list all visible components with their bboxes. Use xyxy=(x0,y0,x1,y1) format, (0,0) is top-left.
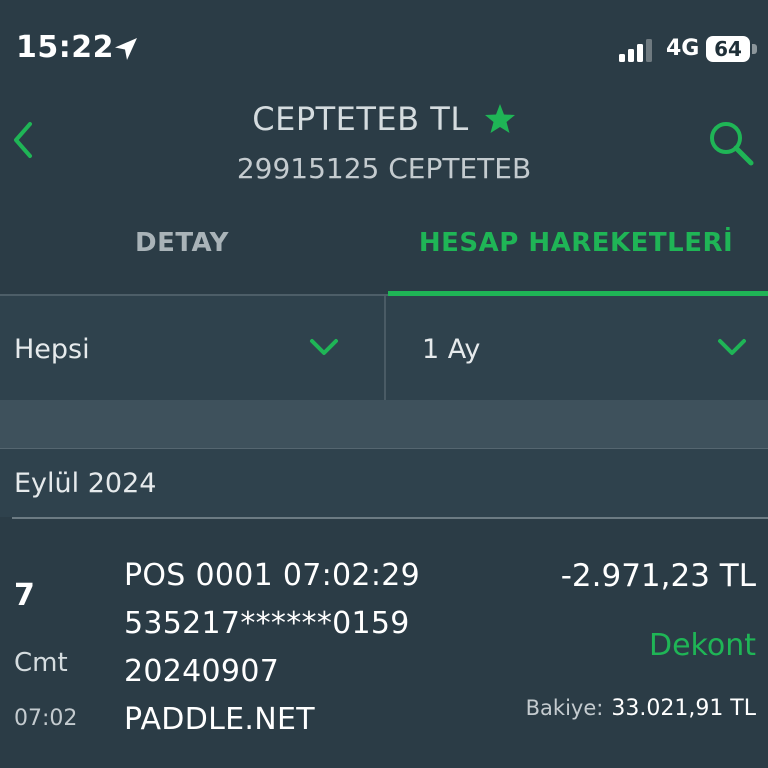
tab-hesap-hareketleri[interactable]: HESAP HAREKETLERİ xyxy=(384,228,768,264)
account-transactions-screen: 15:22 4G 64 CEPTETEB TL 29915125 CEPTETE… xyxy=(0,0,768,768)
transaction-day: 7 xyxy=(14,578,35,613)
filter-separator xyxy=(384,296,386,400)
cellular-signal-icon xyxy=(619,39,652,62)
tab-detay[interactable]: DETAY xyxy=(0,228,364,264)
transaction-amount: -2.971,23 TL xyxy=(560,558,756,594)
header-title-row: CEPTETEB TL xyxy=(0,100,768,138)
transaction-description-line: 20240907 xyxy=(124,654,280,689)
period-dropdown[interactable]: 1 Ay xyxy=(422,334,480,365)
transaction-description-line: PADDLE.NET xyxy=(124,702,315,737)
receipt-link[interactable]: Dekont xyxy=(649,628,756,663)
location-arrow-icon xyxy=(115,38,137,60)
spacer-band xyxy=(0,400,768,448)
chevron-down-icon[interactable] xyxy=(716,334,748,360)
balance-info: Bakiye: 33.021,91 TL xyxy=(526,696,756,721)
network-type-label: 4G xyxy=(666,36,700,61)
battery-level: 64 xyxy=(706,36,750,62)
favorite-star-icon[interactable] xyxy=(484,103,516,135)
balance-value: 33.021,91 TL xyxy=(611,696,756,721)
page-title: CEPTETEB TL xyxy=(252,100,469,138)
status-time: 15:22 xyxy=(16,30,114,65)
transaction-description-line: POS 0001 07:02:29 xyxy=(124,558,421,593)
battery-tip xyxy=(752,44,757,54)
status-bar: 15:22 4G 64 xyxy=(0,0,768,90)
month-label: Eylül 2024 xyxy=(14,468,157,499)
transaction-type-dropdown[interactable]: Hepsi xyxy=(14,334,90,365)
balance-label: Bakiye: xyxy=(525,696,604,720)
transaction-description-line: 535217******0159 xyxy=(124,606,410,641)
battery-icon: 64 xyxy=(706,36,758,62)
search-icon[interactable] xyxy=(706,118,758,170)
account-subtitle: 29915125 CEPTETEB xyxy=(236,152,532,185)
chevron-down-icon[interactable] xyxy=(308,334,340,360)
transaction-weekday: Cmt xyxy=(14,648,68,678)
transaction-time: 07:02 xyxy=(14,706,78,731)
